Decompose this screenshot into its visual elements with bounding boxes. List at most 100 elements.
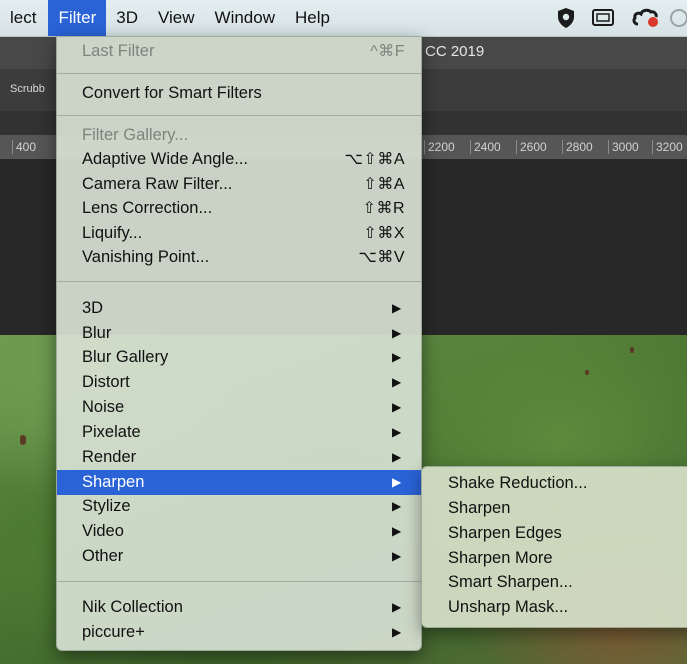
submenu-arrow-icon: ▶ — [392, 326, 402, 340]
submenu-arrow-icon: ▶ — [392, 549, 402, 563]
ruler-tick: 3200 — [652, 140, 683, 154]
menu-item-label: Pixelate — [82, 423, 141, 441]
menu-item-label: Sharpen More — [448, 549, 553, 567]
submenu-video[interactable]: Video ▶ — [57, 519, 421, 544]
document-title: CC 2019 — [425, 43, 485, 60]
menu-item-label: Shake Reduction... — [448, 474, 588, 492]
submenu-arrow-icon: ▶ — [392, 450, 402, 464]
keyboard-shortcut: ⇧⌘R — [362, 200, 405, 217]
submenu-arrow-icon: ▶ — [392, 400, 402, 414]
menu-help[interactable]: Help — [285, 0, 340, 36]
menu-view[interactable]: View — [148, 0, 205, 36]
menu-item-vanishing-point[interactable]: Vanishing Point... ⌥⌘V — [57, 245, 421, 270]
keyboard-shortcut: ⌥⇧⌘A — [344, 151, 405, 168]
submenu-noise[interactable]: Noise ▶ — [57, 395, 421, 420]
keyboard-shortcut: ⇧⌘A — [363, 176, 405, 193]
menu-separator — [57, 581, 421, 582]
menu-item-sharpen-more[interactable]: Sharpen More — [422, 546, 687, 571]
submenu-blur-gallery[interactable]: Blur Gallery ▶ — [57, 345, 421, 370]
menu-item-label: Blur — [82, 324, 112, 342]
keyboard-shortcut: ⌥⌘V — [358, 249, 405, 266]
ruler-tick: 2800 — [562, 140, 593, 154]
ruler-tick: 2600 — [516, 140, 547, 154]
submenu-arrow-icon: ▶ — [392, 600, 402, 614]
menu-item-smart-sharpen[interactable]: Smart Sharpen... — [422, 570, 687, 595]
scrubby-zoom-label[interactable]: Scrubb — [10, 83, 45, 95]
menu-separator — [57, 281, 421, 282]
shield-icon[interactable] — [556, 0, 576, 36]
submenu-stylize[interactable]: Stylize ▶ — [57, 494, 421, 519]
submenu-3d[interactable]: 3D ▶ — [57, 296, 421, 321]
menu-item-label: Distort — [82, 373, 130, 391]
menu-item-label: Sharpen — [448, 499, 511, 517]
ruler-tick: 2400 — [470, 140, 501, 154]
menu-item-label: Sharpen Edges — [448, 524, 562, 542]
submenu-piccure[interactable]: piccure+ ▶ — [57, 620, 421, 645]
menu-item-convert-smart-filters[interactable]: Convert for Smart Filters — [57, 81, 421, 106]
menu-3d[interactable]: 3D — [106, 0, 148, 36]
image-detail — [20, 435, 26, 445]
submenu-arrow-icon: ▶ — [392, 524, 402, 538]
submenu-arrow-icon: ▶ — [392, 625, 402, 639]
submenu-nik-collection[interactable]: Nik Collection ▶ — [57, 595, 421, 620]
submenu-sharpen[interactable]: Sharpen ▶ — [57, 470, 421, 495]
menu-item-filter-gallery[interactable]: Filter Gallery... — [57, 123, 421, 148]
submenu-arrow-icon: ▶ — [392, 301, 402, 315]
menu-item-sharpen[interactable]: Sharpen — [422, 496, 687, 521]
menu-item-camera-raw-filter[interactable]: Camera Raw Filter... ⇧⌘A — [57, 172, 421, 197]
menu-item-label: Convert for Smart Filters — [82, 84, 262, 102]
menu-item-label: Video — [82, 522, 124, 540]
partial-status-icon[interactable] — [668, 0, 687, 36]
menu-item-label: Camera Raw Filter... — [82, 175, 233, 193]
menu-item-label: Other — [82, 547, 124, 565]
submenu-blur[interactable]: Blur ▶ — [57, 321, 421, 346]
menu-item-label: Last Filter — [82, 42, 155, 60]
display-icon[interactable] — [591, 0, 615, 36]
sharpen-submenu: Shake Reduction... Sharpen Sharpen Edges… — [421, 466, 687, 628]
menu-window[interactable]: Window — [205, 0, 285, 36]
menu-item-label: Stylize — [82, 497, 131, 515]
menu-item-label: Lens Correction... — [82, 199, 213, 217]
menu-separator — [57, 115, 421, 116]
menu-item-label: Filter Gallery... — [82, 126, 189, 144]
menu-item-label: piccure+ — [82, 623, 145, 641]
menu-item-label: Sharpen — [82, 473, 145, 491]
keyboard-shortcut: ^⌘F — [370, 43, 405, 60]
keyboard-shortcut: ⇧⌘X — [363, 225, 405, 242]
menu-filter[interactable]: Filter — [48, 0, 107, 36]
creative-cloud-icon[interactable] — [632, 0, 662, 36]
menu-item-label: 3D — [82, 299, 104, 317]
menu-item-label: Liquify... — [82, 224, 143, 242]
menu-item-label: Unsharp Mask... — [448, 598, 569, 616]
menu-item-label: Blur Gallery — [82, 348, 169, 366]
submenu-arrow-icon: ▶ — [392, 499, 402, 513]
filter-menu: Last Filter ^⌘F Convert for Smart Filter… — [56, 36, 422, 651]
menu-item-label: Vanishing Point... — [82, 248, 210, 266]
submenu-distort[interactable]: Distort ▶ — [57, 370, 421, 395]
menu-item-unsharp-mask[interactable]: Unsharp Mask... — [422, 595, 687, 620]
menu-item-shake-reduction[interactable]: Shake Reduction... — [422, 471, 687, 496]
submenu-arrow-icon: ▶ — [392, 425, 402, 439]
submenu-arrow-icon: ▶ — [392, 475, 402, 489]
submenu-pixelate[interactable]: Pixelate ▶ — [57, 420, 421, 445]
menu-item-label: Noise — [82, 398, 125, 416]
submenu-render[interactable]: Render ▶ — [57, 445, 421, 470]
menu-separator — [57, 73, 421, 74]
menu-item-sharpen-edges[interactable]: Sharpen Edges — [422, 521, 687, 546]
menu-item-adaptive-wide-angle[interactable]: Adaptive Wide Angle... ⌥⇧⌘A — [57, 147, 421, 172]
ruler-tick: 400 — [12, 140, 36, 154]
submenu-arrow-icon: ▶ — [392, 350, 402, 364]
menu-select[interactable]: lect — [0, 0, 48, 36]
image-detail — [630, 347, 634, 353]
menu-item-lens-correction[interactable]: Lens Correction... ⇧⌘R — [57, 196, 421, 221]
ruler-tick: 3000 — [608, 140, 639, 154]
submenu-arrow-icon: ▶ — [392, 375, 402, 389]
submenu-other[interactable]: Other ▶ — [57, 544, 421, 569]
menu-item-label: Nik Collection — [82, 598, 183, 616]
menu-item-last-filter[interactable]: Last Filter ^⌘F — [57, 39, 421, 64]
menu-item-liquify[interactable]: Liquify... ⇧⌘X — [57, 221, 421, 246]
menu-item-label: Adaptive Wide Angle... — [82, 150, 249, 168]
mac-menu-bar: lect Filter 3D View Window Help — [0, 0, 687, 37]
image-detail — [585, 370, 589, 375]
menu-item-label: Smart Sharpen... — [448, 573, 573, 591]
